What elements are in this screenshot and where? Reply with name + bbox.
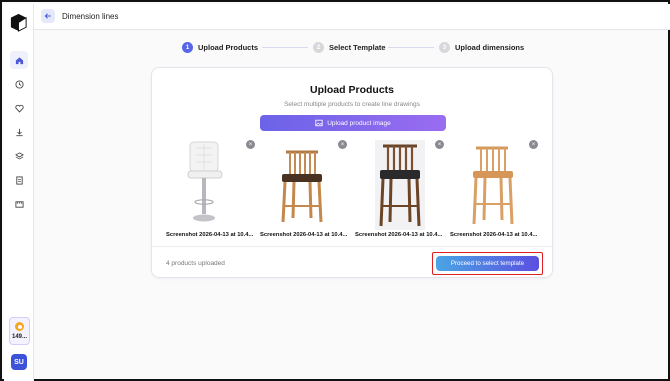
product-caption: Screenshot 2026-04-13 at 10.4...: [450, 232, 538, 238]
credits-badge[interactable]: 149...: [9, 317, 30, 345]
remove-product-button[interactable]: ×: [338, 140, 347, 149]
page-title: Dimension lines: [62, 12, 119, 21]
download-icon[interactable]: [10, 123, 28, 141]
ruler-icon[interactable]: [10, 195, 28, 213]
step-label: Upload Products: [198, 43, 259, 52]
proceed-button[interactable]: Proceed to select template: [436, 256, 539, 271]
step-number: 3: [439, 42, 450, 53]
remove-product-button[interactable]: ×: [435, 140, 444, 149]
arrow-left-icon: [44, 13, 51, 19]
uploaded-count: 4 products uploaded: [166, 260, 225, 267]
card-divider: [152, 246, 552, 247]
card-subtitle: Select multiple products to create line …: [284, 101, 420, 108]
document-icon[interactable]: [10, 171, 28, 189]
step-upload-products[interactable]: 1 Upload Products: [182, 42, 258, 53]
sidebar: 149... SU: [4, 4, 34, 381]
credits-count: 149...: [11, 334, 27, 340]
light-wood-bar-stool-image: [450, 140, 542, 230]
coin-icon: [15, 322, 24, 331]
step-select-template[interactable]: 2 Select Template: [313, 42, 386, 53]
heart-icon[interactable]: [10, 99, 28, 117]
image-icon: [315, 119, 323, 127]
step-number: 2: [313, 42, 324, 53]
dark-seat-bar-stool-image: [355, 140, 447, 230]
wood-bar-stool-image: [260, 140, 352, 230]
stepper: 1 Upload Products 2 Select Template 3 Up…: [2, 42, 670, 56]
cube-logo-icon[interactable]: [9, 13, 28, 32]
back-button[interactable]: [41, 9, 55, 23]
step-number: 1: [182, 42, 193, 53]
white-bar-stool-image: [166, 140, 258, 230]
product-caption: Screenshot 2026-04-13 at 10.4...: [166, 232, 254, 238]
upload-product-image-button[interactable]: Upload product image: [260, 115, 446, 131]
app-window: 149... SU Dimension lines 1 Upload Produ…: [0, 0, 670, 381]
product-caption: Screenshot 2026-04-13 at 10.4...: [260, 232, 348, 238]
product-caption: Screenshot 2026-04-13 at 10.4...: [355, 232, 443, 238]
step-connector: [388, 47, 434, 48]
remove-product-button[interactable]: ×: [246, 140, 255, 149]
step-label: Upload dimensions: [455, 43, 525, 52]
product-thumbnail[interactable]: × Screenshot 2026-04-13 at 10.4...: [260, 140, 352, 244]
history-icon[interactable]: [10, 75, 28, 93]
upload-button-label: Upload product image: [327, 119, 391, 127]
avatar[interactable]: SU: [11, 354, 27, 370]
product-thumbnail[interactable]: × Screenshot 2026-04-13 at 10.4...: [355, 140, 447, 244]
step-label: Select Template: [329, 43, 386, 52]
card-title: Upload Products: [309, 84, 394, 96]
layers-icon[interactable]: [10, 147, 28, 165]
product-thumbnail[interactable]: × Screenshot 2026-04-13 at 10.4...: [166, 140, 258, 244]
step-upload-dimensions[interactable]: 3 Upload dimensions: [439, 42, 524, 53]
top-header: Dimension lines: [34, 4, 670, 30]
upload-card: Upload Products Select multiple products…: [151, 67, 553, 278]
product-thumbnail[interactable]: × Screenshot 2026-04-13 at 10.4...: [450, 140, 542, 244]
step-connector: [262, 47, 308, 48]
remove-product-button[interactable]: ×: [529, 140, 538, 149]
